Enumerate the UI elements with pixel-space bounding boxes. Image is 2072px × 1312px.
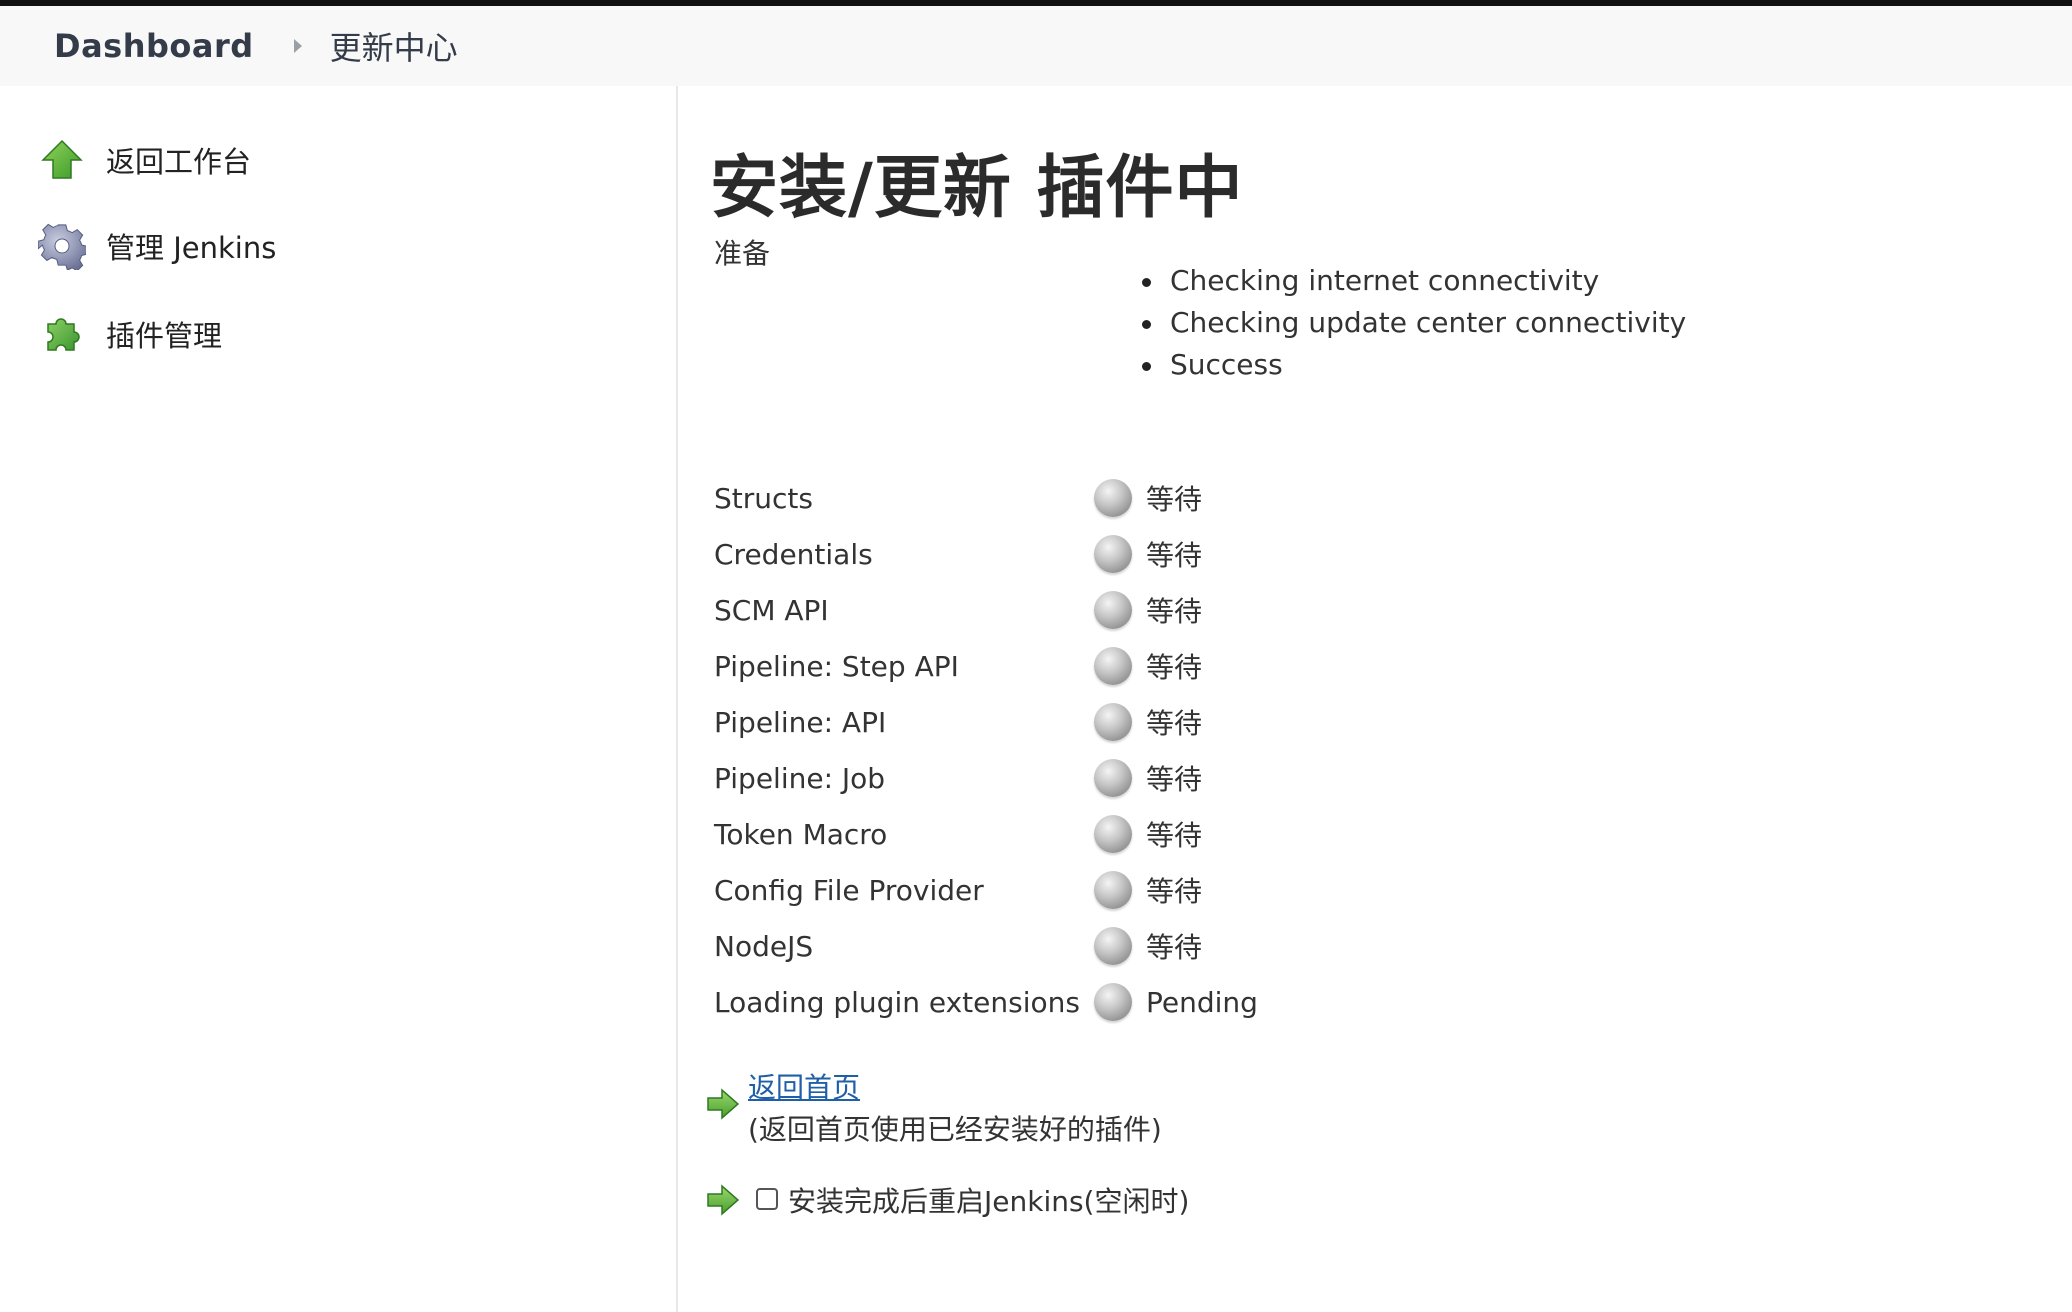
- main-content: 安装/更新 插件中 准备 Checking internet connectiv…: [706, 86, 2046, 1312]
- status-ball-icon: [1094, 927, 1132, 965]
- back-to-home-link[interactable]: 返回首页: [748, 1066, 860, 1106]
- plugin-name: Pipeline: API: [714, 705, 887, 739]
- plugin-row: Loading plugin extensions Pending: [714, 974, 1258, 1030]
- status-ball-icon: [1094, 815, 1132, 853]
- plugin-row: NodeJS 等待: [714, 918, 1258, 974]
- page-title: 安装/更新 插件中: [710, 149, 1244, 228]
- status-ball-icon: [1094, 479, 1132, 517]
- plugin-name: Credentials: [714, 537, 873, 571]
- status-ball-icon: [1094, 647, 1132, 685]
- sidebar-item-label: 返回工作台: [106, 145, 252, 179]
- sidebar-item-plugin-manager[interactable]: 插件管理: [36, 304, 222, 364]
- plugin-name: Pipeline: Job: [714, 761, 886, 795]
- sidebar-item-manage-jenkins[interactable]: 管理 Jenkins: [36, 216, 276, 276]
- status-ball-icon: [1094, 535, 1132, 573]
- plugin-row: Structs 等待: [714, 470, 1258, 526]
- breadcrumb: Dashboard 更新中心: [0, 6, 2072, 86]
- restart-when-idle-checkbox[interactable]: [756, 1188, 778, 1210]
- plugin-status: 等待: [1146, 931, 1203, 964]
- plugin-name: SCM API: [714, 593, 829, 627]
- plugin-name: Structs: [714, 481, 813, 515]
- breadcrumb-dashboard-link[interactable]: Dashboard: [54, 27, 254, 65]
- plugin-row: Pipeline: Step API 等待: [714, 638, 1258, 694]
- preparation-label: 准备: [714, 237, 771, 270]
- gear-icon: [36, 220, 88, 272]
- sidebar: 返回工作台 管理 Jenkins 插件管理: [0, 86, 678, 1312]
- restart-when-idle-label[interactable]: 安装完成后重启Jenkins(空闲时): [788, 1180, 1189, 1220]
- plugin-status: 等待: [1146, 595, 1203, 628]
- plugin-row: SCM API 等待: [714, 582, 1258, 638]
- plugin-row: Token Macro 等待: [714, 806, 1258, 862]
- plugin-row: Config File Provider 等待: [714, 862, 1258, 918]
- status-ball-icon: [1094, 703, 1132, 741]
- list-item: Checking internet connectivity: [1136, 260, 1686, 302]
- up-arrow-icon: [36, 134, 88, 186]
- sidebar-item-label: 插件管理: [106, 319, 223, 353]
- plugin-status: 等待: [1146, 707, 1203, 740]
- status-ball-icon: [1094, 871, 1132, 909]
- plugin-status: Pending: [1146, 985, 1258, 1019]
- plugin-status: 等待: [1146, 763, 1203, 796]
- plugin-install-list: Structs 等待 Credentials 等待 SCM API 等待 Pip…: [714, 470, 1258, 1030]
- breadcrumb-separator-icon[interactable]: [293, 39, 302, 53]
- plugin-name: NodeJS: [714, 929, 814, 963]
- plugin-row: Pipeline: Job 等待: [714, 750, 1258, 806]
- list-item: Success: [1136, 344, 1686, 386]
- plugin-status: 等待: [1146, 539, 1203, 572]
- plugin-status: 等待: [1146, 483, 1203, 516]
- plugin-row: Credentials 等待: [714, 526, 1258, 582]
- restart-option: 安装完成后重启Jenkins(空闲时): [706, 1180, 1506, 1224]
- sidebar-item-label: 管理 Jenkins: [106, 231, 277, 265]
- plugin-name: Token Macro: [714, 817, 888, 851]
- right-arrow-icon: [706, 1184, 740, 1216]
- plugin-status: 等待: [1146, 651, 1203, 684]
- plugin-name: Loading plugin extensions: [714, 985, 1080, 1019]
- list-item: Checking update center connectivity: [1136, 302, 1686, 344]
- status-ball-icon: [1094, 759, 1132, 797]
- sidebar-item-back-to-dashboard[interactable]: 返回工作台: [36, 130, 251, 190]
- plugin-name: Config File Provider: [714, 873, 984, 907]
- plugin-name: Pipeline: Step API: [714, 649, 959, 683]
- right-arrow-icon: [706, 1088, 740, 1120]
- status-ball-icon: [1094, 983, 1132, 1021]
- breadcrumb-current[interactable]: 更新中心: [330, 23, 458, 69]
- back-to-home-section: 返回首页 (返回首页使用已经安装好的插件): [706, 1066, 1506, 1186]
- puzzle-icon: [36, 308, 88, 360]
- preparation-checklist: Checking internet connectivity Checking …: [1136, 260, 1686, 386]
- plugin-row: Pipeline: API 等待: [714, 694, 1258, 750]
- status-ball-icon: [1094, 591, 1132, 629]
- plugin-status: 等待: [1146, 819, 1203, 852]
- plugin-status: 等待: [1146, 875, 1203, 908]
- back-to-home-description: (返回首页使用已经安装好的插件): [748, 1113, 1162, 1146]
